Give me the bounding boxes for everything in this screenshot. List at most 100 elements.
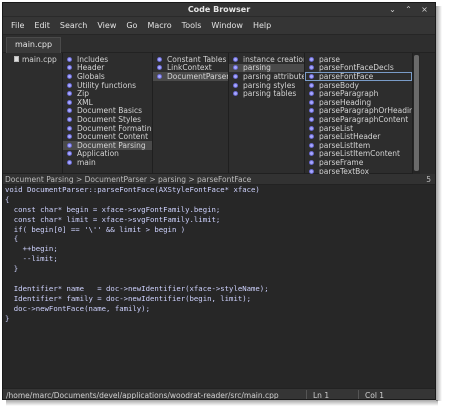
bullet-icon [233, 91, 238, 97]
method-item[interactable]: parseListHeader [305, 132, 412, 141]
code-line[interactable]: { [5, 234, 435, 244]
section-item[interactable]: Document Parsing [63, 141, 152, 150]
code-editor[interactable]: void DocumentParser::parseFontFace(AXSty… [3, 185, 435, 388]
code-line[interactable]: ++begin; [5, 244, 435, 254]
code-line[interactable]: } [5, 314, 435, 324]
maximize-icon[interactable]: ⌃ [404, 5, 413, 14]
menu-file[interactable]: File [6, 21, 29, 30]
menu-bar: File Edit Search View Go Macro Tools Win… [3, 17, 435, 35]
code-line[interactable]: if( begin[0] == '\'' && limit > begin ) [5, 225, 435, 235]
menu-window[interactable]: Window [206, 21, 248, 30]
method-item[interactable]: parseListItemContent [305, 149, 412, 158]
bullet-icon [309, 168, 314, 174]
tab-main-cpp[interactable]: main.cpp [6, 37, 62, 53]
category-item[interactable]: parsing tables [229, 89, 304, 98]
scrollbar-thumb[interactable] [414, 55, 419, 171]
section-item[interactable]: Includes [63, 55, 152, 64]
menu-view[interactable]: View [92, 21, 121, 30]
category-item[interactable]: parsing attributes [229, 72, 304, 81]
bullet-icon [67, 91, 72, 97]
section-item[interactable]: main [63, 158, 152, 167]
file-item[interactable]: main.cpp [3, 55, 62, 64]
code-line[interactable] [5, 274, 435, 284]
code-line[interactable]: doc->newFontFace(name, family); [5, 304, 435, 314]
line-indicator: Ln 1 [313, 391, 330, 400]
method-item[interactable]: parse [305, 55, 412, 64]
menu-help[interactable]: Help [248, 21, 276, 30]
menu-search[interactable]: Search [55, 21, 92, 30]
section-item[interactable]: XML [63, 98, 152, 107]
methods-scrollbar[interactable] [413, 53, 420, 174]
section-label: main [77, 157, 96, 167]
bullet-icon [67, 116, 72, 122]
categories-column: instance creation parsing parsing attribut… [229, 53, 305, 174]
bullet-icon [157, 65, 162, 71]
category-item[interactable]: parsing [229, 63, 304, 72]
title-bar[interactable]: Code Browser ⌄ ⌃ × [3, 3, 435, 17]
column-indicator: Col 1 [365, 391, 385, 400]
classes-column: Constant Tables LinkContext DocumentParser [153, 53, 229, 174]
breadcrumb-count: 5 [426, 175, 431, 184]
bullet-icon [309, 108, 314, 114]
close-icon[interactable]: × [420, 5, 429, 14]
menu-macro[interactable]: Macro [142, 21, 176, 30]
method-item[interactable]: parseFontFaceDecls [305, 63, 412, 72]
methods-column: parse parseFontFaceDecls parseFontFace pars… [305, 53, 413, 174]
bullet-icon [67, 65, 72, 71]
section-item[interactable]: Header [63, 63, 152, 72]
minimize-icon[interactable]: ⌄ [388, 5, 397, 14]
window-shadow [6, 400, 438, 406]
method-item[interactable]: parseListItem [305, 141, 412, 150]
method-item[interactable]: parseParagraphContent [305, 115, 412, 124]
method-label: parseTextBox [319, 166, 370, 174]
section-item[interactable]: Document Content [63, 132, 152, 141]
category-item[interactable]: parsing styles [229, 81, 304, 90]
section-item[interactable]: Application [63, 149, 152, 158]
method-item[interactable]: parseBody [305, 81, 412, 90]
class-item[interactable]: Constant Tables [153, 55, 228, 64]
breadcrumb[interactable]: Document Parsing > DocumentParser > pars… [5, 175, 251, 184]
menu-go[interactable]: Go [121, 21, 142, 30]
code-browser-panes: main.cpp Includes Header Globals Utility fu… [3, 53, 435, 174]
section-item[interactable]: Document Formating [63, 124, 152, 133]
browser-empty-area [420, 53, 435, 174]
code-line[interactable]: } [5, 264, 435, 274]
section-item[interactable]: Document Styles [63, 115, 152, 124]
bullet-icon [67, 108, 72, 114]
class-label: DocumentParser [167, 71, 229, 81]
section-item[interactable]: Document Basics [63, 106, 152, 115]
method-item[interactable]: parseParagraph [305, 89, 412, 98]
category-item[interactable]: instance creation [229, 55, 304, 64]
code-line[interactable]: { [5, 195, 435, 205]
bullet-icon [67, 151, 72, 157]
window-title: Code Browser [187, 5, 251, 14]
code-line[interactable]: Identifier* name = doc->newIdentifier(xf… [5, 284, 435, 294]
file-icon [14, 56, 19, 63]
method-item[interactable]: parseFrame [305, 158, 412, 167]
section-item[interactable]: Globals [63, 72, 152, 81]
method-item[interactable]: parseParagraphOrHeading [305, 106, 412, 115]
method-item[interactable]: parseHeading [305, 98, 412, 107]
menu-edit[interactable]: Edit [29, 21, 55, 30]
section-item[interactable]: Utility functions [63, 81, 152, 90]
method-item[interactable]: parseTextBox [305, 167, 412, 174]
section-item[interactable]: Zip [63, 89, 152, 98]
method-item[interactable]: parseFontFace [305, 72, 412, 81]
code-line[interactable]: --limit; [5, 254, 435, 264]
code-line[interactable]: Identifier* family = doc->newIdentifier(… [5, 294, 435, 304]
method-item[interactable]: parseList [305, 124, 412, 133]
code-line[interactable]: const char* begin = xface->svgFontFamily… [5, 205, 435, 215]
bullet-icon [309, 91, 314, 97]
code-line[interactable]: const char* limit = xface->svgFontFamily… [5, 215, 435, 225]
bullet-icon [233, 65, 238, 71]
file-label: main.cpp [22, 54, 57, 64]
bullet-icon [309, 65, 314, 71]
bullet-icon [309, 159, 314, 165]
class-item[interactable]: LinkContext [153, 63, 228, 72]
tab-bar: main.cpp [3, 35, 435, 53]
bullet-icon [309, 99, 314, 105]
code-line[interactable]: void DocumentParser::parseFontFace(AXSty… [5, 185, 435, 195]
file-path: /home/marc/Documents/devel/applications/… [6, 391, 279, 400]
menu-tools[interactable]: Tools [177, 21, 207, 30]
class-item[interactable]: DocumentParser [153, 72, 228, 81]
